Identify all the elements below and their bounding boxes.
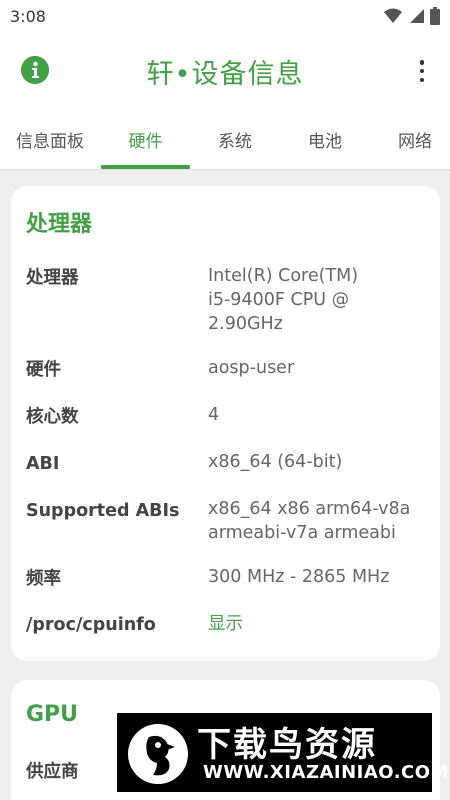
gpu-card-title: GPU [26, 702, 79, 727]
row-label-frequency: 频率 [26, 569, 61, 589]
tab-hardware[interactable]: 硬件 [101, 108, 190, 170]
row-label-abi: ABI [26, 454, 60, 474]
signal-icon [408, 8, 424, 24]
row-label-supported-abis: Supported ABIs [26, 501, 180, 521]
row-label-cpuinfo: /proc/cpuinfo [26, 615, 156, 635]
watermark-url: WWW.XIAZAINIAO.COM [203, 762, 449, 783]
watermark-bird-logo-icon [127, 723, 189, 785]
row-value-frequency: 300 MHz - 2865 MHz [208, 567, 390, 587]
tab-bar: 信息面板 硬件 系统 电池 网络 [0, 108, 450, 170]
show-cpuinfo-link[interactable]: 显示 [208, 612, 428, 636]
status-bar: 3:08 [0, 0, 450, 32]
cpu-card: 处理器 处理器 Intel(R) Core(TM) i5-9400F CPU @… [11, 186, 440, 661]
row-value-abi: x86_64 (64-bit) [208, 452, 343, 472]
watermark-banner: 下载鸟资源 WWW.XIAZAINIAO.COM [117, 713, 448, 792]
status-time: 3:08 [10, 6, 46, 26]
wifi-icon [384, 8, 402, 24]
tab-dashboard[interactable]: 信息面板 [0, 108, 100, 170]
app-bar: 轩•设备信息 [0, 32, 450, 108]
row-value-hardware: aosp-user [208, 358, 295, 378]
row-label-hardware: 硬件 [26, 360, 61, 380]
screen: 3:08 轩•设备信息 信息面板 硬件 系统 电池 网络 处理器 处理器 Int… [0, 0, 450, 800]
tab-network[interactable]: 网络 [370, 108, 450, 170]
tab-system[interactable]: 系统 [190, 108, 280, 170]
more-vert-icon[interactable] [410, 56, 434, 86]
watermark-title: 下载鸟资源 [197, 725, 377, 765]
battery-icon [430, 7, 440, 25]
status-icons [384, 7, 440, 25]
row-value-supported-abis: x86_64 x86 arm64-v8a armeabi-v7a armeabi [208, 499, 411, 543]
active-tab-indicator [101, 165, 190, 169]
app-title: 轩•设备信息 [146, 59, 304, 90]
row-label-cores: 核心数 [26, 407, 79, 427]
tab-battery[interactable]: 电池 [280, 108, 370, 170]
cpu-card-title: 处理器 [26, 212, 93, 237]
row-label-processor: 处理器 [26, 268, 79, 288]
row-value-cores: 4 [208, 405, 220, 425]
row-value-processor: Intel(R) Core(TM) i5-9400F CPU @ 2.90GHz [208, 266, 359, 334]
